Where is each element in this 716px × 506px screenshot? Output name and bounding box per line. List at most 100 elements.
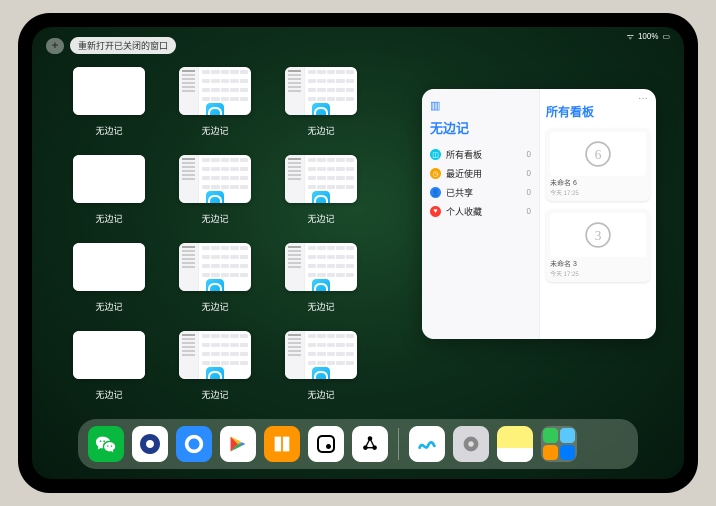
window-grid: 无边记无边记无边记无边记无边记无边记无边记无边记无边记无边记无边记无边记 xyxy=(66,67,364,409)
more-button[interactable]: ··· xyxy=(638,93,648,104)
top-bar: + 重新打开已关闭的窗口 xyxy=(46,37,176,54)
plus-icon: + xyxy=(52,40,58,52)
tile-label: 无边记 xyxy=(95,300,122,313)
clock-icon: ◷ xyxy=(430,168,441,179)
freeform-app-icon xyxy=(100,191,118,203)
window-thumbnail xyxy=(73,155,145,203)
freeform-app-icon xyxy=(312,103,330,115)
window-thumbnail xyxy=(73,243,145,291)
grid-icon: ◫ xyxy=(430,149,441,160)
window-tile[interactable]: 无边记 xyxy=(66,67,152,145)
window-thumbnail xyxy=(73,331,145,379)
window-tile[interactable]: 无边记 xyxy=(172,67,258,145)
battery-text: 100% xyxy=(638,32,658,41)
window-thumbnail xyxy=(285,67,357,115)
dock-app-settings[interactable] xyxy=(453,426,489,462)
wifi-icon: ᯤ xyxy=(627,31,634,42)
freeform-app-icon xyxy=(100,279,118,291)
window-thumbnail xyxy=(179,67,251,115)
category-grid[interactable]: ◫所有看板0 xyxy=(430,145,531,164)
window-tile[interactable]: 无边记 xyxy=(172,243,258,321)
board-thumbnail: 3 xyxy=(550,213,646,257)
dock-app-qq-browser[interactable] xyxy=(176,426,212,462)
board-time: 今天 17:25 xyxy=(550,269,646,278)
category-label: 最近使用 xyxy=(446,167,482,180)
tile-label: 无边记 xyxy=(307,124,334,137)
popup-right-title: 所有看板 xyxy=(546,103,650,120)
tile-label: 无边记 xyxy=(201,300,228,313)
window-thumbnail xyxy=(285,243,357,291)
category-label: 个人收藏 xyxy=(446,205,482,218)
window-thumbnail xyxy=(179,243,251,291)
board-card[interactable]: 6 未命名 6今天 17:25 xyxy=(546,128,650,201)
window-tile[interactable]: 无边记 xyxy=(66,155,152,233)
dock-app-app-blue-o[interactable] xyxy=(132,426,168,462)
window-tile[interactable]: 无边记 xyxy=(172,155,258,233)
dock-app-triple-dot[interactable] xyxy=(352,426,388,462)
window-tile[interactable]: 无边记 xyxy=(172,331,258,409)
window-tile[interactable]: 无边记 xyxy=(66,243,152,321)
freeform-app-icon xyxy=(206,367,224,379)
category-clock[interactable]: ◷ 最近使用 0 xyxy=(430,164,531,183)
dock-app-play[interactable] xyxy=(220,426,256,462)
popup-sidebar: ▥ 无边记 ◫所有看板0 ◷ 最近使用 0 👤 已共享 0 ♥ 个人收藏 0 xyxy=(422,89,540,339)
heart-icon: ♥ xyxy=(430,206,441,217)
ipad-frame: ᯤ 100% ▭ + 重新打开已关闭的窗口 无边记无边记无边记无边记无边记无边记… xyxy=(18,13,698,493)
tile-label: 无边记 xyxy=(307,300,334,313)
battery-icon: ▭ xyxy=(662,32,670,41)
freeform-app-icon xyxy=(206,103,224,115)
tile-label: 无边记 xyxy=(95,124,122,137)
category-person[interactable]: 👤已共享0 xyxy=(430,183,531,202)
category-count: 0 xyxy=(527,207,531,216)
tile-label: 无边记 xyxy=(307,212,334,225)
screen: ᯤ 100% ▭ + 重新打开已关闭的窗口 无边记无边记无边记无边记无边记无边记… xyxy=(32,27,684,479)
category-label: 已共享 xyxy=(446,186,473,199)
person-icon: 👤 xyxy=(430,187,441,198)
dock xyxy=(78,419,638,469)
tile-label: 无边记 xyxy=(95,212,122,225)
window-thumbnail xyxy=(73,67,145,115)
board-thumbnail: 6 xyxy=(550,132,646,176)
freeform-app-icon xyxy=(206,191,224,203)
svg-text:6: 6 xyxy=(595,147,602,162)
board-card[interactable]: 3 未命名 3今天 17:25 xyxy=(546,209,650,282)
board-time: 今天 17:25 xyxy=(550,188,646,197)
dock-app-freeform[interactable] xyxy=(409,426,445,462)
dock-app-notes[interactable] xyxy=(497,426,533,462)
app-library-icon[interactable] xyxy=(541,426,577,462)
freeform-app-icon xyxy=(312,191,330,203)
freeform-app-icon xyxy=(312,279,330,291)
freeform-app-icon xyxy=(100,367,118,379)
tile-label: 无边记 xyxy=(201,388,228,401)
freeform-app-icon xyxy=(206,279,224,291)
reopen-closed-window-button[interactable]: 重新打开已关闭的窗口 xyxy=(70,37,176,54)
window-tile[interactable]: 无边记 xyxy=(278,331,364,409)
category-count: 0 xyxy=(527,169,531,178)
dock-app-wechat[interactable] xyxy=(88,426,124,462)
tile-label: 无边记 xyxy=(307,388,334,401)
freeform-app-icon xyxy=(312,367,330,379)
window-tile[interactable]: 无边记 xyxy=(66,331,152,409)
window-thumbnail xyxy=(179,331,251,379)
reopen-label: 重新打开已关闭的窗口 xyxy=(78,41,168,51)
category-count: 0 xyxy=(527,150,531,159)
freeform-app-icon xyxy=(100,103,118,115)
window-tile[interactable]: 无边记 xyxy=(278,67,364,145)
category-heart[interactable]: ♥ 个人收藏 0 xyxy=(430,202,531,221)
dock-app-books[interactable] xyxy=(264,426,300,462)
window-tile[interactable]: 无边记 xyxy=(278,243,364,321)
dock-app-dot-box[interactable] xyxy=(308,426,344,462)
popup-content: ··· 所有看板 6未命名 6今天 17:253未命名 3今天 17:25 xyxy=(540,89,656,339)
window-thumbnail xyxy=(179,155,251,203)
dock-separator xyxy=(398,428,399,460)
status-bar: ᯤ 100% ▭ xyxy=(627,31,670,42)
board-name: 未命名 6 xyxy=(550,178,646,188)
window-thumbnail xyxy=(285,331,357,379)
popup-left-title: 无边记 xyxy=(430,118,531,137)
window-thumbnail xyxy=(285,155,357,203)
window-tile[interactable]: 无边记 xyxy=(278,155,364,233)
freeform-popup: ▥ 无边记 ◫所有看板0 ◷ 最近使用 0 👤 已共享 0 ♥ 个人收藏 0 ··· 所有看板 6… xyxy=(422,89,656,339)
new-window-button[interactable]: + xyxy=(46,38,64,54)
board-name: 未命名 3 xyxy=(550,259,646,269)
sidebar-toggle-icon[interactable]: ▥ xyxy=(430,99,531,112)
